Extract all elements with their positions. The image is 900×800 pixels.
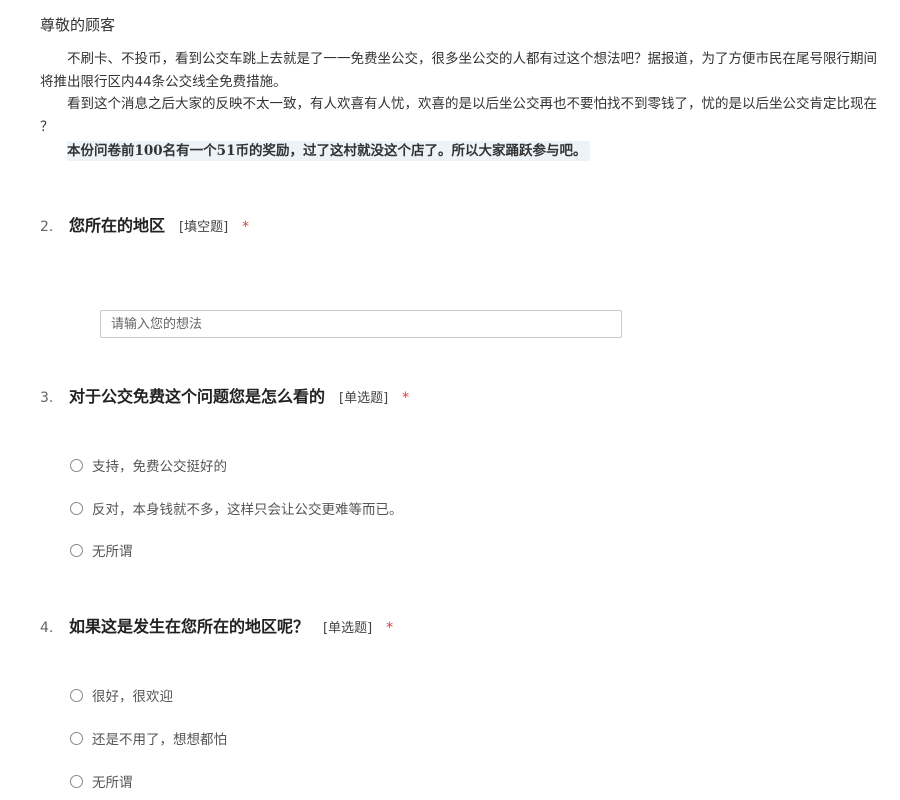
question-title: 如果这是发生在您所在的地区呢？ — [69, 617, 310, 636]
question-title: 您所在的地区 — [69, 216, 166, 235]
question-2: 2. 您所在的地区 [填空题] * — [40, 212, 860, 338]
option-label: 无所谓 — [92, 775, 133, 791]
option-support[interactable]: 支持，免费公交挺好的 — [70, 455, 227, 475]
required-asterisk: * — [242, 219, 250, 235]
radio-button-icon[interactable] — [70, 458, 83, 472]
option-indifferent[interactable]: 无所谓 — [70, 771, 133, 791]
intro-paragraph-2-line-1: 看到这个消息之后大家的反映不太一致，有人欢喜有人忧，欢喜的是以后坐公交再也不要怕… — [67, 96, 877, 112]
intro-paragraph-1-line-2: 都市将推出限行区内44条公交线全免费措施。 — [40, 73, 287, 90]
radio-button-icon[interactable] — [70, 774, 83, 788]
question-type: [填空题] — [179, 220, 229, 235]
intro-paragraph-1-line-1: 不刷卡、不投币，看到公交车跳上去就是了一一免费坐公交，很多坐公交的人都有过这个想… — [67, 51, 877, 67]
required-asterisk: * — [386, 620, 394, 636]
option-label: 无所谓 — [92, 544, 133, 560]
question-type: [单选题] — [339, 391, 389, 406]
radio-button-icon[interactable] — [70, 543, 83, 557]
option-label: 反对，本身钱就不多，这样只会让公交更难等而已。 — [92, 502, 403, 518]
intro-paragraph-2: 看到这个消息之后大家的反映不太一致，有人欢喜有人忧，欢喜的是以后坐公交再也不要怕… — [40, 93, 900, 138]
radio-button-icon[interactable] — [70, 731, 83, 745]
question-number: 4. — [40, 620, 54, 636]
required-asterisk: * — [402, 390, 410, 406]
question-3: 3. 对于公交免费这个问题您是怎么看的 [单选题] * 支持，免费公交挺好的 反… — [40, 383, 860, 563]
question-2-header: 2. 您所在的地区 [填空题] * — [40, 212, 860, 236]
question-4-header: 4. 如果这是发生在您所在的地区呢？ [单选题] * — [40, 613, 860, 637]
question-type: [单选题] — [323, 621, 373, 636]
region-input[interactable] — [100, 310, 622, 338]
option-welcome[interactable]: 很好，很欢迎 — [70, 685, 173, 705]
survey-intro: 尊敬的顾客 不刷卡、不投币，看到公交车跳上去就是了一一免费坐公交，很多坐公交的人… — [40, 14, 900, 161]
reward-note: 本份问卷前100名有一个51币的奖励，过了这村就没这个店了。所以大家踊跃参与吧。 — [67, 141, 591, 161]
question-3-header: 3. 对于公交免费这个问题您是怎么看的 [单选题] * — [40, 383, 860, 407]
question-number: 2. — [40, 219, 54, 235]
question-4: 4. 如果这是发生在您所在的地区呢？ [单选题] * 很好，很欢迎 还是不用了，… — [40, 613, 860, 793]
intro-paragraph-1: 不刷卡、不投币，看到公交车跳上去就是了一一免费坐公交，很多坐公交的人都有过这个想… — [40, 48, 900, 93]
radio-button-icon[interactable] — [70, 501, 83, 515]
greeting: 尊敬的顾客 — [40, 16, 116, 34]
option-label: 还是不用了，想想都怕 — [92, 732, 227, 748]
intro-paragraph-2-line-2: 忧呢？ — [40, 118, 54, 135]
radio-button-icon[interactable] — [70, 688, 83, 702]
question-number: 3. — [40, 390, 54, 406]
option-label: 很好，很欢迎 — [92, 689, 173, 705]
option-oppose[interactable]: 反对，本身钱就不多，这样只会让公交更难等而已。 — [70, 498, 403, 518]
question-title: 对于公交免费这个问题您是怎么看的 — [69, 387, 326, 406]
option-label: 支持，免费公交挺好的 — [92, 459, 227, 475]
option-no-thanks[interactable]: 还是不用了，想想都怕 — [70, 728, 227, 748]
option-indifferent[interactable]: 无所谓 — [70, 540, 133, 560]
